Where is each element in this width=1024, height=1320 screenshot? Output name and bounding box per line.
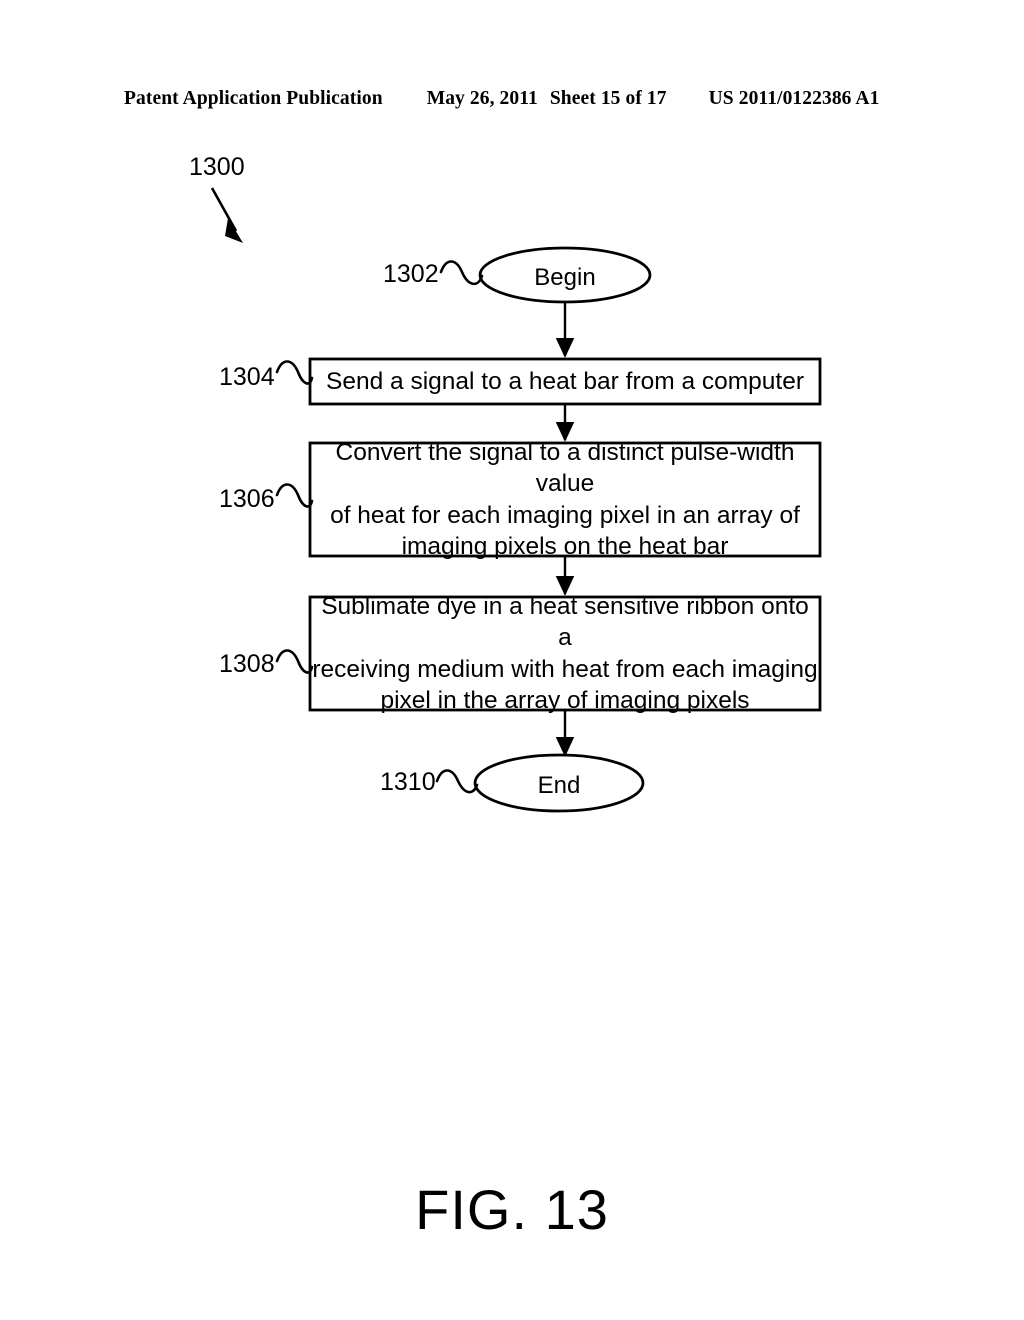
end-node-label: End [537, 772, 581, 799]
step-1304-label: Send a signal to a heat bar from a compu… [312, 359, 818, 404]
ref-leader-1304 [275, 360, 314, 385]
ref-leader-1306 [275, 483, 314, 508]
ref-leader-1310 [435, 769, 479, 794]
step-1306-label: Convert the signal to a distinct pulse-w… [312, 439, 818, 560]
ref-number-1304: 1304 [219, 363, 275, 391]
step-1306-line-1: Convert the signal to a distinct pulse-w… [335, 438, 795, 498]
ref-leader-1308 [275, 649, 314, 674]
ref-leader-1302 [439, 260, 484, 286]
step-1308-line-2: receiving medium with heat from each ima… [312, 655, 818, 683]
step-1308-label: Sublimate dye in a heat sensitive ribbon… [312, 593, 818, 714]
diagram-ref-leader-1300 [210, 187, 243, 243]
diagram-ref-number-1300: 1300 [189, 153, 245, 181]
ref-number-1310: 1310 [380, 768, 436, 796]
figure-canvas: 1300 1302 1304 1306 1308 1310 Begin Send… [0, 0, 1024, 1320]
ref-number-1308: 1308 [219, 650, 275, 678]
step-1306-line-2: of heat for each imaging pixel in an arr… [330, 501, 800, 529]
ref-number-1306: 1306 [219, 485, 275, 513]
step-1308-line-1: Sublimate dye in a heat sensitive ribbon… [321, 592, 809, 652]
begin-node-label: Begin [534, 264, 596, 291]
figure-caption: FIG. 13 [415, 1178, 609, 1241]
step-1308-line-3: pixel in the array of imaging pixels [380, 686, 750, 714]
step-1306-line-3: imaging pixels on the heat bar [401, 532, 729, 560]
step-1304-line-1: Send a signal to a heat bar from a compu… [325, 367, 805, 395]
ref-number-1302: 1302 [383, 260, 439, 288]
